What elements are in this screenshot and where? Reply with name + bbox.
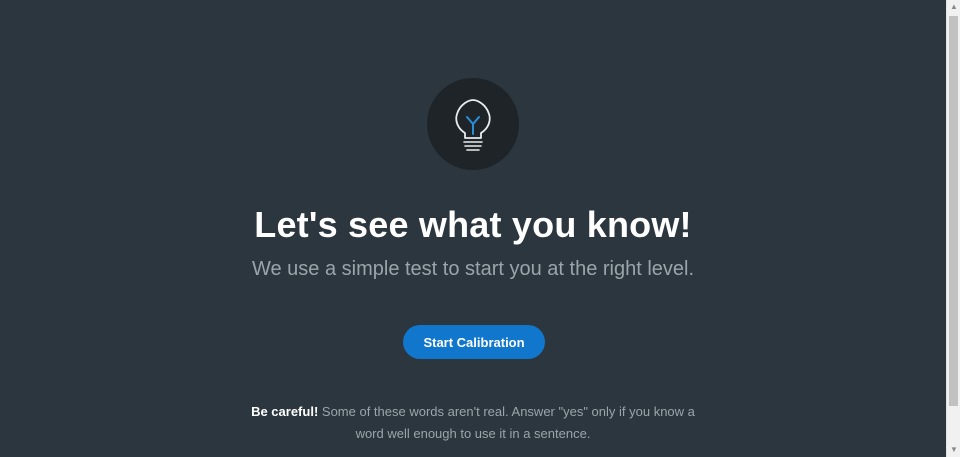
- warning-emphasis: Be careful!: [251, 404, 319, 419]
- scroll-up-arrow-icon[interactable]: ▲: [947, 0, 960, 14]
- start-calibration-button[interactable]: Start Calibration: [403, 325, 545, 359]
- main-content: Let's see what you know! We use a simple…: [0, 0, 946, 457]
- lightbulb-icon: [455, 99, 491, 151]
- scroll-down-arrow-icon[interactable]: ▼: [947, 443, 960, 457]
- warning-note: Be careful! Some of these words aren't r…: [245, 401, 701, 445]
- page-title: Let's see what you know!: [254, 204, 692, 245]
- page-subtitle: We use a simple test to start you at the…: [251, 258, 695, 280]
- warning-text: Some of these words aren't real. Answer …: [318, 404, 695, 441]
- scrollbar-thumb[interactable]: [949, 16, 958, 406]
- calibration-screen: Let's see what you know! We use a simple…: [0, 0, 960, 457]
- vertical-scrollbar[interactable]: ▲ ▼: [946, 0, 960, 457]
- lightbulb-badge: [427, 78, 519, 170]
